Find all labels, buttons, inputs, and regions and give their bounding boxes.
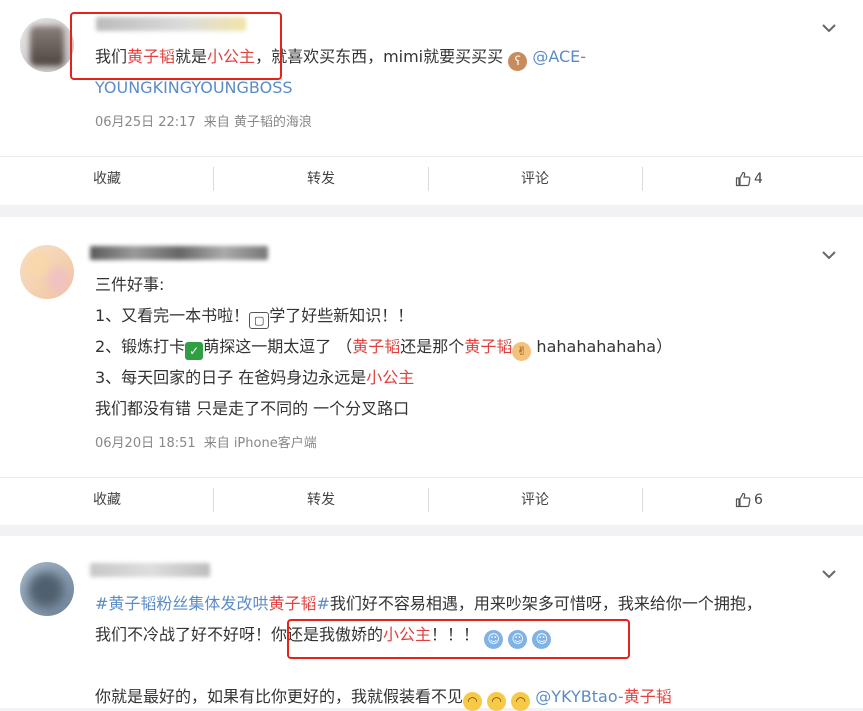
post-source: 来自 黄子韬的海浪 xyxy=(203,115,312,130)
text-part: 我们好不容易相遇，用来吵架多可惜呀，我来给你一个拥抱， xyxy=(329,594,762,613)
favorite-button[interactable]: 收藏 xyxy=(0,478,214,522)
chevron-down-icon[interactable] xyxy=(821,247,837,263)
action-bar: 收藏 转发 评论 6 xyxy=(0,477,863,522)
repost-button[interactable]: 转发 xyxy=(214,157,428,201)
hashtag-part: 粉丝集体发 xyxy=(156,594,237,613)
post-card-1: 我们黄子韬就是小公主，就喜欢买东西，mimi就要买买买 ʕ @ACE- YOUN… xyxy=(0,0,863,205)
post-line: #黄子韬粉丝集体发改哄黄子韬#我们好不容易相遇，用来吵架多可惜呀，我来给你一个拥… xyxy=(95,593,762,615)
post-line: 你就是最好的，如果有比你更好的，我就假装看不见 ◠ ◠ ◠ @YKYBtao-黄子… xyxy=(95,686,672,711)
name-highlight: 黄子韬 xyxy=(268,594,317,613)
text-part: hahahahahaha） xyxy=(536,337,673,356)
chevron-down-icon[interactable] xyxy=(821,20,837,36)
mention-link[interactable]: @ACE- xyxy=(532,47,586,66)
post-line: 我们都没有错 只是走了不同的 一个分叉路口 xyxy=(95,399,410,418)
mention-link[interactable]: @YKYBtao- xyxy=(535,687,623,706)
avatar[interactable] xyxy=(20,18,74,72)
post-line: 3、每天回家的日子 在爸妈身边永远是小公主 xyxy=(95,367,414,389)
annotation-box xyxy=(287,619,630,659)
name-highlight: 黄子韬 xyxy=(464,337,513,356)
check-mark-emoji-icon: ✓ xyxy=(185,342,204,360)
post-card-2: 三件好事: 1、又看完一本书啦！ ▢ 学了好些新知识！！ 2、锻炼打卡 ✓ 萌探这一期太… xyxy=(0,217,863,525)
text-part: ，就喜欢买东西，mimi就要买买买 xyxy=(255,47,504,66)
text-part: 萌探这一期太逗了 （ xyxy=(203,337,353,356)
topic-link[interactable]: #黄子韬粉丝集体发改哄 xyxy=(95,594,268,613)
mention-link-continued[interactable]: YOUNGKINGYOUNGBOSS xyxy=(95,77,293,99)
post-line: 1、又看完一本书啦！ ▢ 学了好些新知识！！ xyxy=(95,305,413,329)
action-bar: 收藏 转发 评论 4 xyxy=(0,156,863,201)
bear-emoji-icon: ʕ xyxy=(508,52,528,71)
word-highlight: 小公主 xyxy=(366,368,415,387)
chevron-down-icon[interactable] xyxy=(821,566,837,582)
comment-button[interactable]: 评论 xyxy=(428,157,642,201)
post-source: 来自 iPhone客户端 xyxy=(203,436,317,451)
hashtag-end[interactable]: # xyxy=(316,594,329,613)
text-part: 你就是最好的，如果有比你更好的，我就假装看不见 xyxy=(95,687,464,706)
post-line: 三件好事: xyxy=(95,275,165,294)
comment-button[interactable]: 评论 xyxy=(428,478,642,522)
like-button[interactable]: 6 xyxy=(642,478,856,522)
weibo-feed: 我们黄子韬就是小公主，就喜欢买东西，mimi就要买买买 ʕ @ACE- YOUN… xyxy=(0,0,863,711)
book-emoji-icon: ▢ xyxy=(249,312,270,329)
text-part: 3、每天回家的日子 在爸妈身边永远是 xyxy=(95,368,367,387)
pouting-emoji-icon: ◠ xyxy=(511,692,531,711)
post-meta: 06月20日 18:51 来自 iPhone客户端 xyxy=(95,432,325,451)
pouting-emoji-icon: ◠ xyxy=(487,692,507,711)
like-count: 6 xyxy=(754,492,763,508)
post-date[interactable]: 06月25日 22:17 xyxy=(95,115,196,130)
text-part: 1、又看完一本书啦！ xyxy=(95,306,250,325)
hashtag-part: 改哄 xyxy=(236,594,269,613)
repost-button[interactable]: 转发 xyxy=(214,478,428,522)
favorite-button[interactable]: 收藏 xyxy=(0,157,214,201)
name-highlight: 黄子韬 xyxy=(623,687,672,706)
avatar[interactable] xyxy=(20,245,74,299)
text-part: 我们不冷战了好不好呀！ xyxy=(95,625,272,644)
text-part: 2、锻炼打卡 xyxy=(95,337,186,356)
post-date[interactable]: 06月20日 18:51 xyxy=(95,436,196,451)
post-line: 2、锻炼打卡 ✓ 萌探这一期太逗了 （黄子韬还是那个黄子韬 ✌ hahahahahah… xyxy=(95,336,672,361)
avatar[interactable] xyxy=(20,562,74,616)
pouting-emoji-icon: ◠ xyxy=(463,692,483,711)
text-part: 还是那个 xyxy=(400,337,465,356)
post-card-3: #黄子韬粉丝集体发改哄黄子韬#我们好不容易相遇，用来吵架多可惜呀，我来给你一个拥… xyxy=(0,536,863,711)
thumbs-up-icon xyxy=(735,492,751,508)
hashtag-part: #黄子韬 xyxy=(95,594,157,613)
name-highlight: 黄子韬 xyxy=(352,337,401,356)
like-count: 4 xyxy=(754,171,763,187)
text-part: 学了好些新知识！！ xyxy=(269,306,414,325)
hand-emoji-icon: ✌ xyxy=(512,342,532,361)
thumbs-up-icon xyxy=(735,171,751,187)
username-blurred[interactable] xyxy=(90,246,268,260)
post-meta: 06月25日 22:17 来自 黄子韬的海浪 xyxy=(95,111,320,130)
username-blurred[interactable] xyxy=(90,563,210,577)
annotation-box xyxy=(70,12,282,80)
like-button[interactable]: 4 xyxy=(642,157,856,201)
